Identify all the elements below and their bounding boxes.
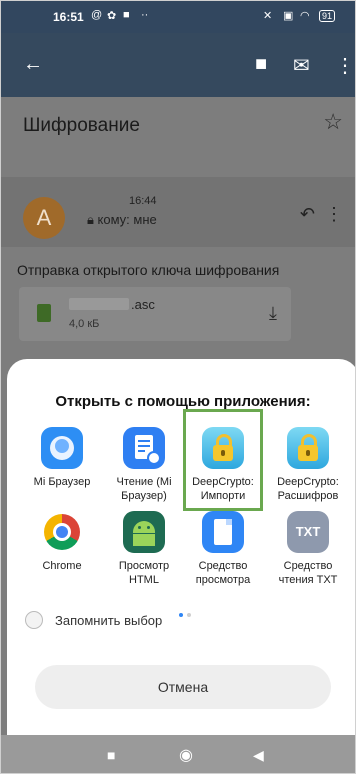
sheet-title: Открыть с помощью приложения: bbox=[55, 393, 311, 410]
phone-screen: 16:51 @ ✿ ■ ·· ✕ ▣ ◠ 91 ← ■ ✉ ⋮ Шифрован… bbox=[0, 0, 356, 774]
page-indicator bbox=[179, 604, 195, 622]
app-label: DeepCrypto: Расшифров bbox=[277, 476, 339, 502]
app-document-viewer[interactable]: Средство просмотра bbox=[184, 511, 262, 587]
back-arrow-icon[interactable]: ← bbox=[23, 53, 43, 76]
status-time: 16:51 bbox=[53, 10, 84, 24]
app-chrome[interactable]: Chrome bbox=[23, 511, 101, 573]
app-html-viewer[interactable]: Просмотр HTML bbox=[105, 511, 183, 587]
txt-reader-icon: TXT bbox=[287, 511, 329, 553]
nav-bar: ■ ◉ ◀ bbox=[1, 735, 355, 773]
app-mi-browser[interactable]: Mi Браузер bbox=[23, 427, 101, 489]
message-more-icon[interactable]: ⋮ bbox=[325, 204, 343, 225]
share-sheet: Открыть с помощью приложения: Mi Браузер… bbox=[7, 359, 355, 735]
app-reader[interactable]: Чтение (Mi Браузер) bbox=[105, 427, 183, 503]
highlight-box bbox=[183, 409, 263, 511]
download-icon[interactable]: ⤓ bbox=[269, 303, 277, 324]
recents-icon[interactable]: ■ bbox=[107, 747, 115, 763]
app-label: Чтение (Mi Браузер) bbox=[116, 476, 172, 502]
remember-label: Запомнить выбор bbox=[55, 613, 163, 628]
lock-icon: 🔒︎ bbox=[87, 212, 98, 227]
remember-checkbox[interactable] bbox=[25, 611, 43, 629]
android-html-icon bbox=[123, 511, 165, 553]
app-label: Просмотр HTML bbox=[118, 560, 170, 586]
status-bar: 16:51 @ ✿ ■ ·· ✕ ▣ ◠ 91 bbox=[1, 1, 355, 33]
star-icon[interactable]: ☆ bbox=[323, 109, 343, 135]
app-icon: ■ bbox=[123, 9, 130, 21]
document-viewer-icon bbox=[202, 511, 244, 553]
chrome-icon bbox=[41, 511, 83, 553]
mi-browser-icon bbox=[41, 427, 83, 469]
sim-icon: ▣ bbox=[283, 10, 294, 22]
cancel-button[interactable]: Отмена bbox=[35, 665, 331, 709]
at-icon: @ bbox=[91, 9, 103, 21]
reply-icon[interactable]: ↶ bbox=[300, 204, 315, 225]
recipient-text: кому: мне bbox=[97, 212, 157, 227]
attachment[interactable]: .asc 4,0 кБ ⤓ bbox=[19, 287, 291, 341]
mail-icon[interactable]: ✉ bbox=[293, 53, 310, 78]
redacted-filename bbox=[69, 298, 129, 310]
bluetooth-off-icon: ✕ bbox=[263, 10, 273, 22]
app-txt-reader[interactable]: TXT Средство чтения TXT bbox=[269, 511, 347, 587]
battery-icon: 91 bbox=[319, 10, 336, 22]
page-dot bbox=[187, 613, 191, 617]
email-body: Отправка открытого ключа шифрования bbox=[17, 262, 280, 278]
deepcrypto-lock-icon bbox=[287, 427, 329, 469]
file-icon bbox=[37, 304, 51, 322]
home-icon[interactable]: ◉ bbox=[179, 745, 193, 765]
app-deepcrypto-decrypt[interactable]: DeepCrypto: Расшифров bbox=[269, 427, 347, 503]
recipient-line: 🔒︎ кому: мне bbox=[87, 212, 157, 228]
app-label: Chrome bbox=[42, 560, 82, 572]
app-bar: ← ■ ✉ ⋮ bbox=[1, 33, 355, 97]
attachment-name: .asc bbox=[131, 297, 155, 312]
page-dot-active bbox=[179, 613, 183, 617]
avatar: A bbox=[23, 197, 65, 239]
app-label: Средство просмотра bbox=[195, 560, 251, 586]
app-label: Mi Браузер bbox=[33, 476, 91, 488]
message-time: 16:44 bbox=[129, 195, 157, 207]
wifi-icon: ◠ bbox=[300, 10, 310, 22]
email-subject: Шифрование bbox=[23, 115, 140, 136]
attachment-size: 4,0 кБ bbox=[69, 318, 100, 330]
app-label: Средство чтения TXT bbox=[278, 560, 338, 586]
ellipsis-icon: ·· bbox=[141, 9, 149, 21]
trash-icon[interactable]: ■ bbox=[255, 53, 267, 76]
reader-icon bbox=[123, 427, 165, 469]
gear-icon: ✿ bbox=[107, 10, 117, 22]
back-icon[interactable]: ◀ bbox=[253, 747, 264, 764]
more-vert-icon[interactable]: ⋮ bbox=[335, 53, 355, 78]
